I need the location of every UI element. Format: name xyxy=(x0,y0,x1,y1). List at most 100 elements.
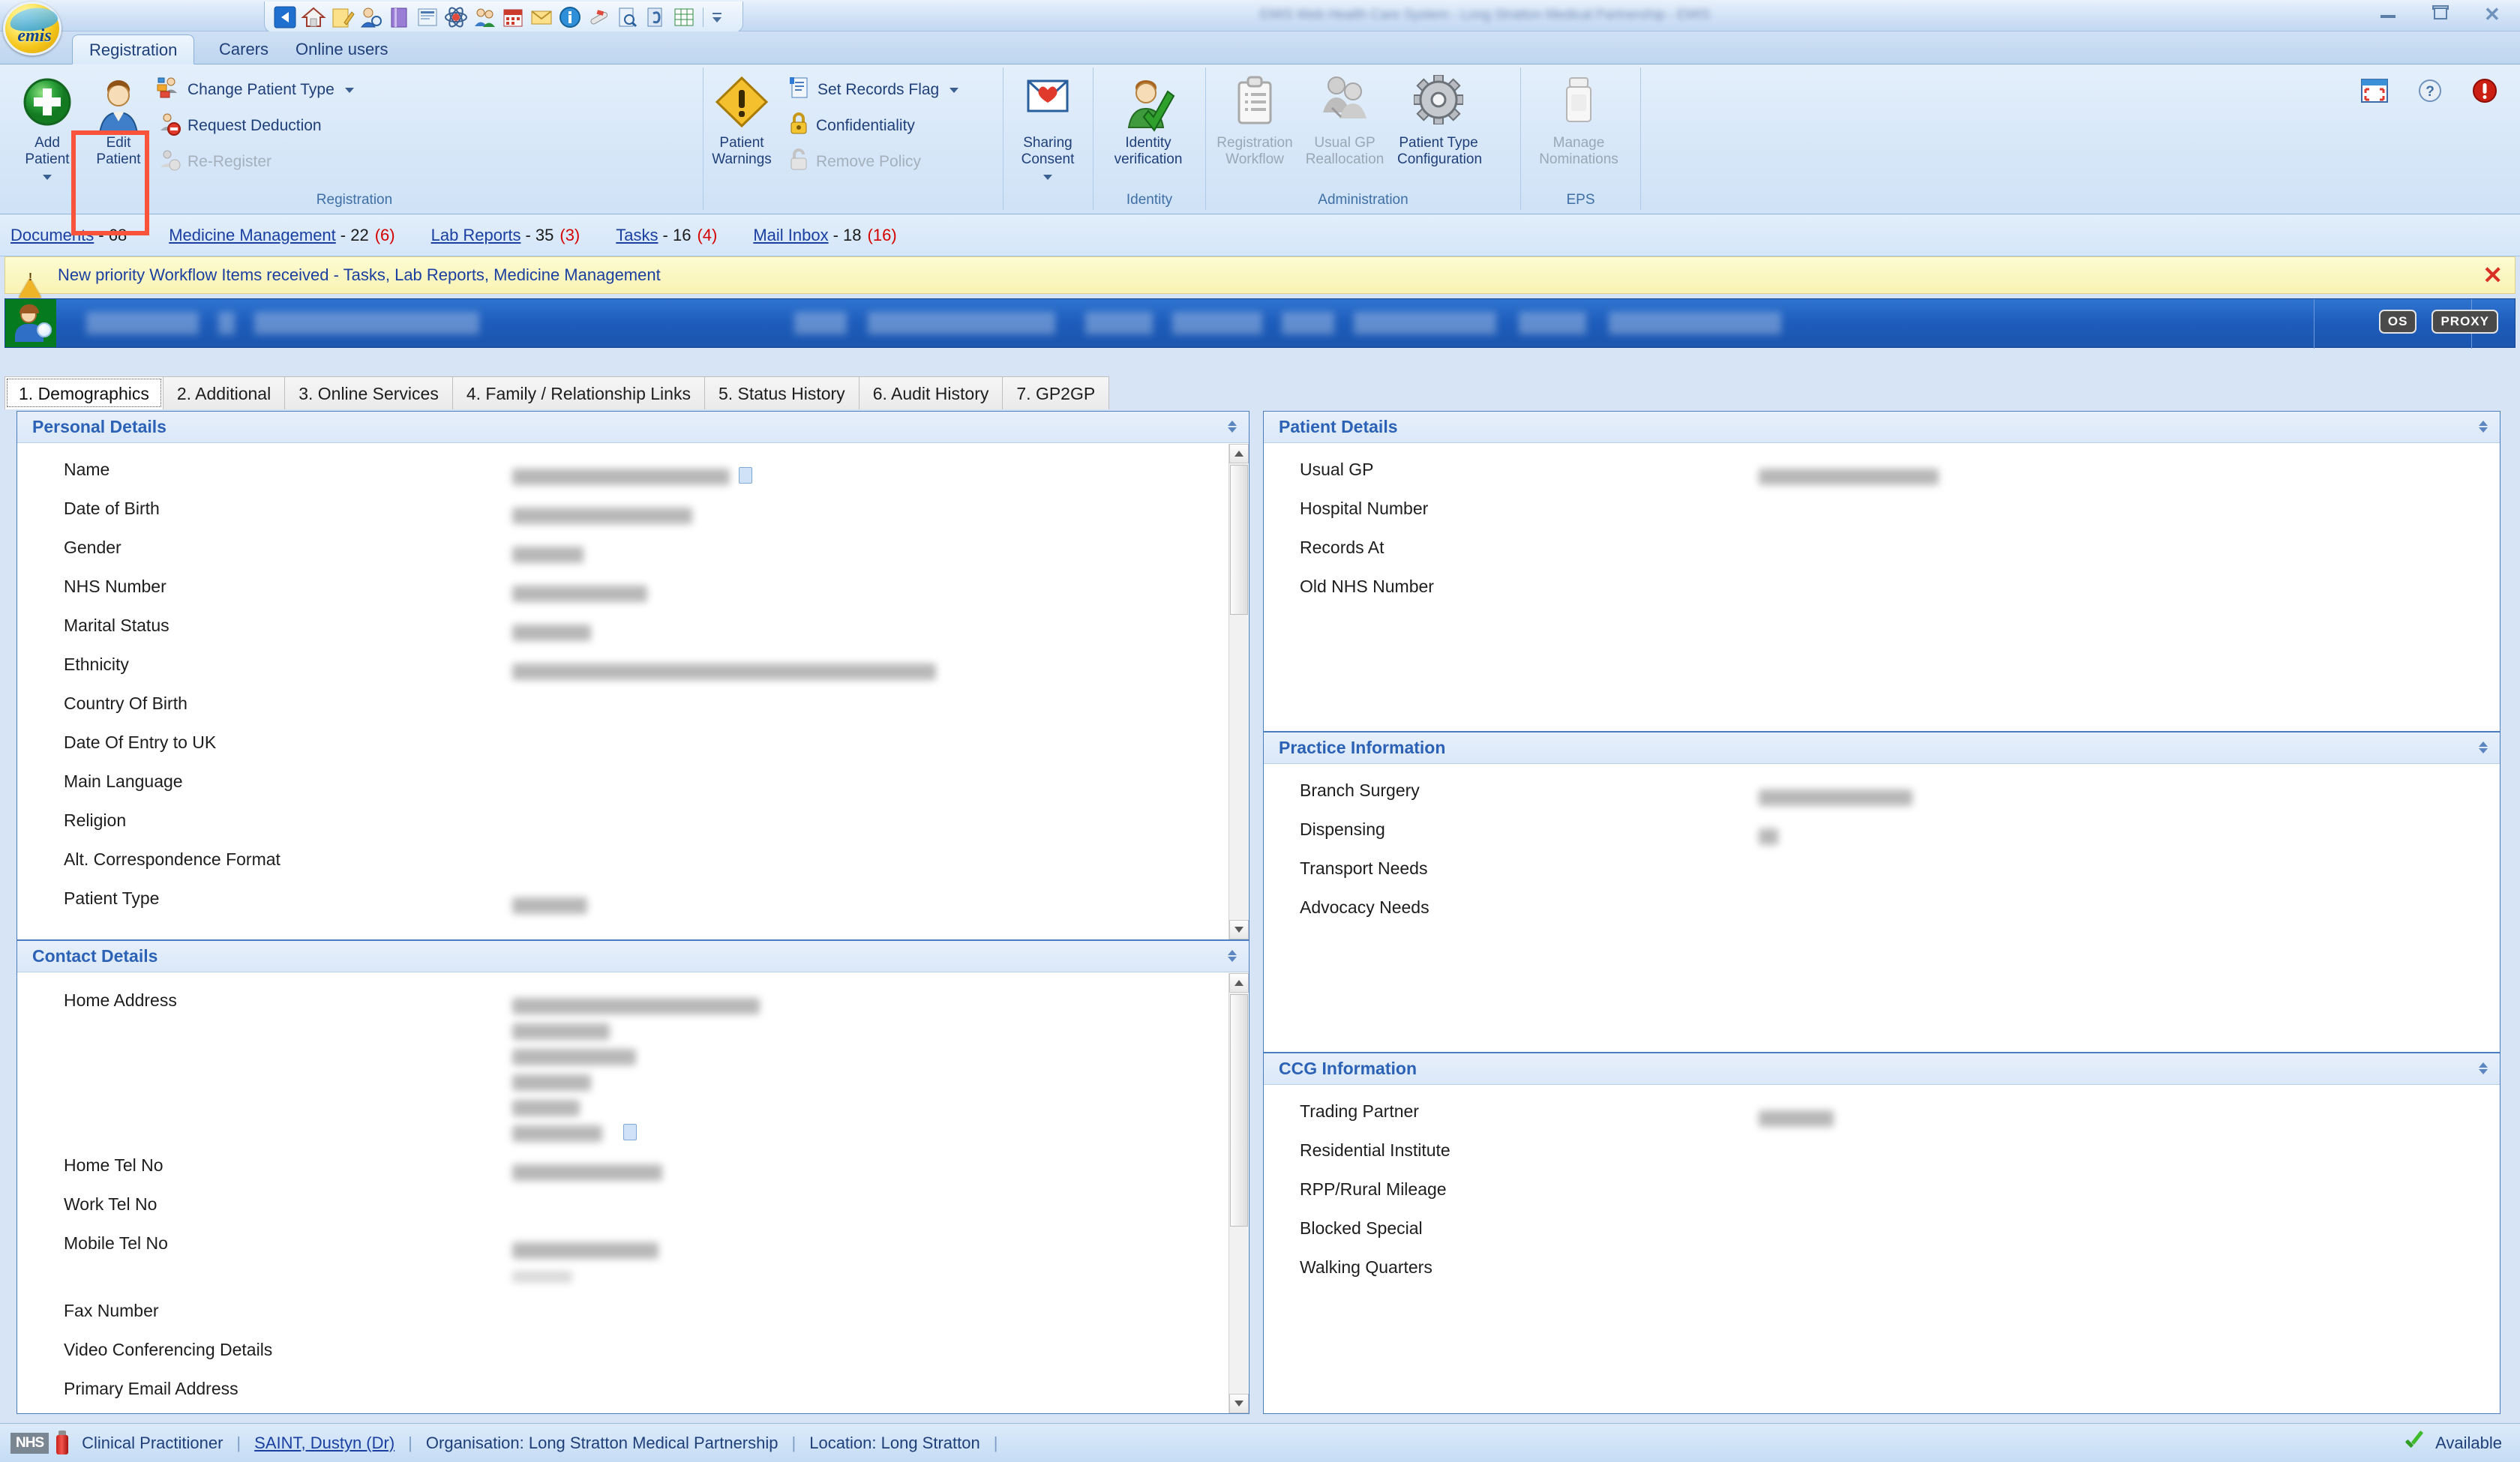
label-marital-status: Marital Status xyxy=(64,616,170,635)
workflow-link-medicine-management[interactable]: Medicine Management xyxy=(169,226,336,245)
book-icon[interactable] xyxy=(386,4,412,30)
ccg-information-header: CCG Information xyxy=(1264,1053,2500,1085)
restore-icon[interactable] xyxy=(2428,3,2454,24)
label-advocacy-needs: Advocacy Needs xyxy=(1300,897,1430,917)
personal-details-title: Personal Details xyxy=(32,417,166,436)
chevron-down-icon[interactable] xyxy=(710,4,735,30)
name-info-chip-icon[interactable] xyxy=(739,467,752,484)
ribbon-group-eps-title: EPS xyxy=(1566,192,1595,208)
contact-details-collapse-icon[interactable] xyxy=(1226,948,1238,965)
help-icon[interactable]: ? xyxy=(2418,79,2442,106)
request-deduction-button[interactable]: Request Deduction xyxy=(156,109,322,142)
edit-patient-button[interactable]: Edit Patient xyxy=(77,72,160,183)
emis-logo[interactable]: emis xyxy=(3,1,62,55)
contact-details-scrollbar[interactable] xyxy=(1228,973,1249,1413)
set-records-flag-button[interactable]: Set Records Flag xyxy=(788,73,959,106)
set-records-flag-caret-icon[interactable] xyxy=(950,87,959,93)
screen-capture-icon[interactable] xyxy=(2361,79,2388,106)
network-icon[interactable] xyxy=(443,4,469,30)
error-alert-icon[interactable] xyxy=(2472,78,2498,107)
ribbon-tab-registration[interactable]: Registration xyxy=(72,34,195,64)
tab-online-services[interactable]: 3. Online Services xyxy=(284,376,453,409)
close-icon[interactable]: ✕ xyxy=(2481,3,2506,24)
tab-gp2gp[interactable]: 7. GP2GP xyxy=(1002,376,1110,409)
confidentiality-button[interactable]: Confidentiality xyxy=(788,109,915,142)
workflow-link-mail-inbox[interactable]: Mail Inbox xyxy=(753,226,828,245)
scroll-down-arrow-personal[interactable] xyxy=(1229,920,1249,939)
label-date-of-entry-to-uk: Date Of Entry to UK xyxy=(64,732,217,752)
field-row-advocacy-needs: Advocacy Needs xyxy=(1264,897,2500,936)
scroll-thumb-personal[interactable] xyxy=(1230,465,1248,615)
minimize-icon[interactable] xyxy=(2376,3,2402,24)
ribbon-tab-strip[interactable]: Registration Carers Online users xyxy=(0,31,2520,64)
workflow-item-medicine-management[interactable]: Medicine Management - 22 (6) xyxy=(169,226,394,245)
change-patient-type-caret-icon[interactable] xyxy=(344,87,354,93)
ribbon-tab-carers[interactable]: Carers xyxy=(202,34,285,64)
patient-search-icon[interactable] xyxy=(358,4,383,30)
attach-icon[interactable] xyxy=(643,4,668,30)
scroll-up-arrow-contact[interactable] xyxy=(1229,973,1249,993)
mail-icon[interactable] xyxy=(529,4,554,30)
add-patient-caret-icon[interactable] xyxy=(43,175,52,180)
calendar-icon[interactable] xyxy=(500,4,526,30)
field-row-alt-correspondence-format: Alt. Correspondence Format xyxy=(17,849,1249,888)
info-icon[interactable] xyxy=(557,4,583,30)
workflow-item-tasks[interactable]: Tasks - 16 (4) xyxy=(616,226,717,245)
workflow-item-lab-reports[interactable]: Lab Reports - 35 (3) xyxy=(431,226,580,245)
sharing-consent-caret-icon[interactable] xyxy=(1043,175,1052,180)
ccg-information-collapse-icon[interactable] xyxy=(2477,1061,2489,1077)
sharing-consent-button[interactable]: Sharing Consent xyxy=(1006,72,1089,183)
add-patient-button[interactable]: Add Patient xyxy=(6,72,88,183)
badge-os[interactable]: OS xyxy=(2378,310,2417,334)
label-name: Name xyxy=(64,460,110,479)
status-availability[interactable]: Available xyxy=(2404,1433,2502,1454)
tab-additional[interactable]: 2. Additional xyxy=(162,376,286,409)
scroll-thumb-contact[interactable] xyxy=(1230,994,1248,1227)
personal-details-scrollbar[interactable] xyxy=(1228,444,1249,939)
workflow-item-documents[interactable]: Documents - 68 xyxy=(10,226,133,245)
tab-demographics[interactable]: 1. Demographics xyxy=(4,376,164,409)
tab-audit-history[interactable]: 6. Audit History xyxy=(858,376,1004,409)
workflow-link-tasks[interactable]: Tasks xyxy=(616,226,658,245)
practice-information-collapse-icon[interactable] xyxy=(2477,740,2489,756)
value-home-address-line-4 xyxy=(512,1074,591,1091)
scroll-down-arrow-contact[interactable] xyxy=(1229,1394,1249,1413)
patient-warnings-button[interactable]: Patient Warnings xyxy=(700,72,783,183)
envelope-heart-icon xyxy=(1024,75,1071,125)
edit-note-icon[interactable] xyxy=(329,4,355,30)
find-document-icon[interactable] xyxy=(614,4,640,30)
patient-type-configuration-button[interactable]: Patient Type Configuration xyxy=(1397,72,1482,183)
scroll-up-arrow-personal[interactable] xyxy=(1229,444,1249,463)
alert-close-icon[interactable]: ✕ xyxy=(2482,263,2503,287)
content-tab-strip[interactable]: 1. Demographics 2. Additional 3. Online … xyxy=(4,375,2516,409)
field-row-date-of-entry-to-uk: Date Of Entry to UK xyxy=(17,732,1249,771)
identity-verification-button[interactable]: Identity verification xyxy=(1107,72,1190,183)
logo-text: emis xyxy=(17,26,52,46)
workflow-item-mail-inbox[interactable]: Mail Inbox - 18 (16) xyxy=(753,226,896,245)
patient-details-collapse-icon[interactable] xyxy=(2477,419,2489,436)
label-trading-partner: Trading Partner xyxy=(1300,1101,1419,1121)
re-register-button: Re-Register xyxy=(156,145,272,178)
workflow-link-lab-reports[interactable]: Lab Reports xyxy=(431,226,521,245)
users-icon[interactable] xyxy=(472,4,497,30)
tab-family-relationship-links[interactable]: 4. Family / Relationship Links xyxy=(452,376,705,409)
back-icon[interactable] xyxy=(272,4,298,30)
workflow-link-documents[interactable]: Documents xyxy=(10,226,94,245)
field-row-work-tel-no: Work Tel No xyxy=(17,1194,1249,1233)
home-icon[interactable] xyxy=(301,4,326,30)
ribbon-tab-online-users[interactable]: Online users xyxy=(279,34,405,64)
status-role: Clinical Practitioner xyxy=(82,1433,224,1452)
personal-details-collapse-icon[interactable] xyxy=(1226,419,1238,436)
address-info-chip-icon[interactable] xyxy=(623,1124,637,1140)
status-user-link[interactable]: SAINT, Dustyn (Dr) xyxy=(254,1434,394,1453)
quick-access-toolbar[interactable] xyxy=(264,1,743,33)
status-divider-2: | xyxy=(408,1433,412,1452)
ribbon-group-registration: Add Patient Edit Patient Change Patient Ty… xyxy=(6,67,704,235)
ribbon-group-administration-title: Administration xyxy=(1318,192,1408,208)
badge-proxy[interactable]: PROXY xyxy=(2432,310,2498,334)
print-preview-icon[interactable] xyxy=(415,4,440,30)
tab-status-history[interactable]: 5. Status History xyxy=(704,376,860,409)
grid-icon[interactable] xyxy=(671,4,697,30)
change-patient-type-button[interactable]: Change Patient Type xyxy=(156,73,354,106)
prescription-icon[interactable] xyxy=(586,4,611,30)
